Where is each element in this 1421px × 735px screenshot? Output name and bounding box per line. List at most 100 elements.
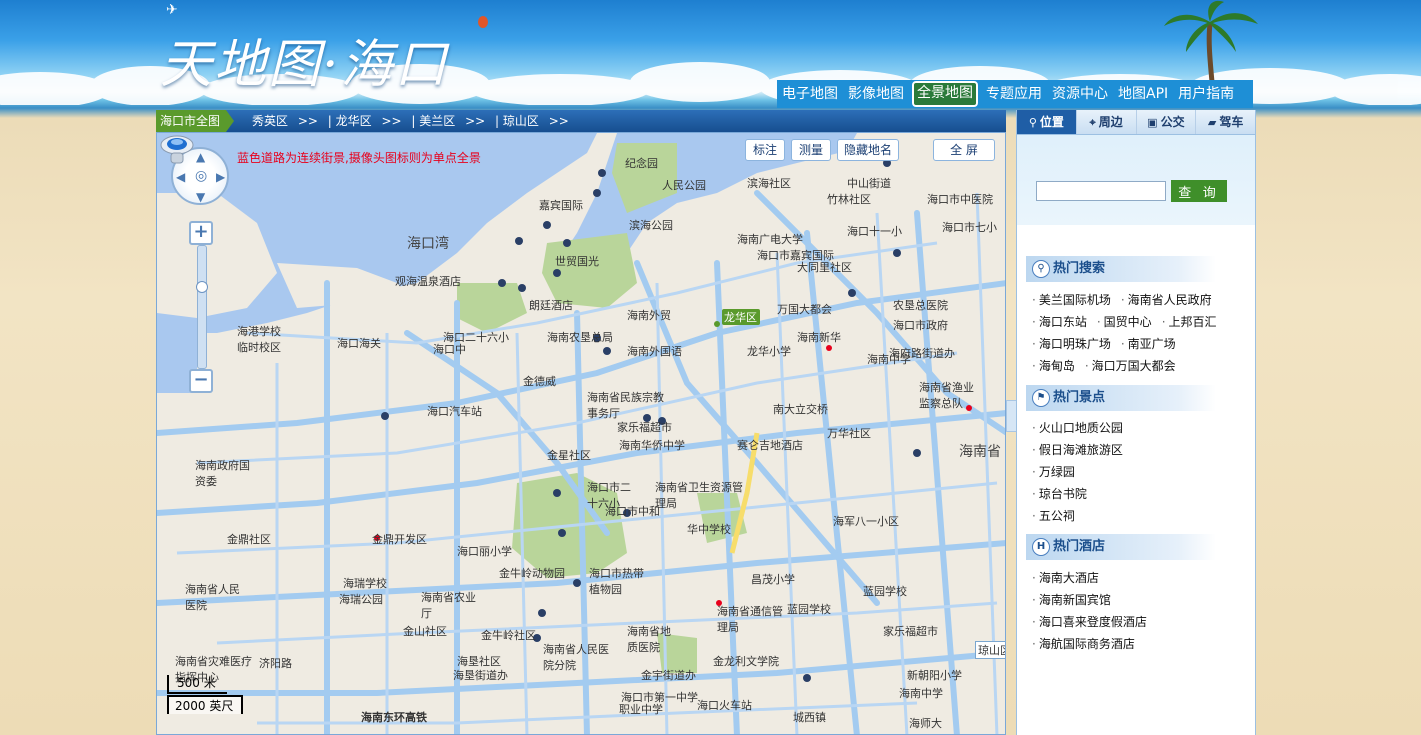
- map-label[interactable]: 蓝园学校: [787, 601, 831, 617]
- map-label[interactable]: 海口海关: [337, 335, 381, 351]
- search-input[interactable]: [1036, 181, 1166, 201]
- tab-drive[interactable]: ▰ 驾车: [1196, 110, 1255, 134]
- tab-bus[interactable]: ▣ 公交: [1137, 110, 1197, 134]
- map-label[interactable]: 海南省通信管理局: [717, 603, 787, 635]
- map-label[interactable]: 海南新华: [797, 329, 841, 345]
- hot-link[interactable]: 上邦百汇: [1162, 315, 1217, 329]
- scenic-link[interactable]: 万绿园: [1032, 465, 1075, 479]
- map-label[interactable]: 家乐福超市: [883, 623, 938, 639]
- nav-image-map[interactable]: 影像地图: [843, 82, 909, 106]
- scenic-link[interactable]: 假日海滩旅游区: [1032, 443, 1123, 457]
- map-label[interactable]: 新朝阳小学: [907, 667, 962, 683]
- map-label[interactable]: 观海温泉酒店: [395, 273, 461, 289]
- map-label[interactable]: 龙华区: [724, 309, 757, 325]
- hot-link[interactable]: 南亚广场: [1121, 337, 1176, 351]
- map-label[interactable]: 金宇街道办: [641, 667, 696, 683]
- map-label[interactable]: 济阳路: [259, 655, 292, 671]
- map-label[interactable]: 海南政府国资委: [195, 457, 255, 489]
- map-label[interactable]: 金山社区: [403, 623, 447, 639]
- map-label[interactable]: 海垦街道办: [453, 667, 508, 683]
- zoom-out-button[interactable]: −: [189, 369, 213, 393]
- site-logo[interactable]: 天地图·海口: [160, 22, 449, 97]
- pan-down-icon[interactable]: ▼: [196, 191, 205, 203]
- map-label[interactable]: 海南广电大学: [737, 231, 803, 247]
- map-label[interactable]: 万国大都会: [777, 301, 832, 317]
- hot-link[interactable]: 海口万国大都会: [1085, 359, 1176, 373]
- map-viewport[interactable]: 纪念园 人民公园 滨海社区 中山街道 竹林社区 海口市中医院 海口市七小 海口十…: [156, 132, 1006, 735]
- map-label[interactable]: 海师大: [909, 715, 942, 731]
- map-label[interactable]: 赛仑吉地酒店: [737, 437, 803, 453]
- map-label[interactable]: 海口火车站: [697, 697, 752, 713]
- map-label[interactable]: 海口市热带植物园: [589, 565, 649, 597]
- map-label[interactable]: 海港学校临时校区: [237, 323, 291, 355]
- map-label[interactable]: 纪念园: [625, 155, 658, 171]
- breadcrumb-meilan[interactable]: | 美兰区: [411, 114, 455, 128]
- nav-electronic-map[interactable]: 电子地图: [777, 82, 843, 106]
- map-label[interactable]: 人民公园: [662, 177, 706, 193]
- map-label[interactable]: 昌茂小学: [751, 571, 795, 587]
- search-button[interactable]: 查 询: [1171, 180, 1227, 202]
- fullscreen-button[interactable]: 全 屏: [933, 139, 995, 161]
- map-label[interactable]: 海口十一小: [847, 223, 902, 239]
- breadcrumb-xiuying[interactable]: 秀英区: [252, 114, 288, 128]
- map-label[interactable]: 大同里社区: [797, 259, 852, 275]
- scenic-link[interactable]: 火山口地质公园: [1032, 421, 1123, 435]
- street-view-pegman-icon[interactable]: [157, 133, 197, 167]
- map-label[interactable]: 家乐福超市: [617, 419, 672, 435]
- hotel-link[interactable]: 海南新国宾馆: [1032, 593, 1111, 607]
- map-label[interactable]: 竹林社区: [827, 191, 871, 207]
- pan-center-icon[interactable]: ◎: [195, 169, 207, 183]
- map-label[interactable]: 海南外贸: [627, 307, 671, 323]
- hotel-link[interactable]: 海南大酒店: [1032, 571, 1099, 585]
- hot-link[interactable]: 国贸中心: [1097, 315, 1152, 329]
- map-label[interactable]: 万华社区: [827, 425, 871, 441]
- map-label[interactable]: 海口中: [433, 341, 466, 357]
- map-label[interactable]: 琼山区: [975, 641, 1005, 659]
- hotel-link[interactable]: 海航国际商务酒店: [1032, 637, 1135, 651]
- map-label[interactable]: 龙华小学: [747, 343, 791, 359]
- nav-user-guide[interactable]: 用户指南: [1173, 82, 1239, 106]
- map-label[interactable]: 海南农垦总局: [547, 329, 613, 345]
- map-label[interactable]: 海南中学: [867, 351, 911, 367]
- map-label[interactable]: 海瑞公园: [339, 591, 383, 607]
- map-label[interactable]: 海南省卫生资源管理局: [655, 479, 745, 511]
- map-label[interactable]: 海南外国语: [627, 343, 682, 359]
- map-label[interactable]: 海口汽车站: [427, 403, 482, 419]
- map-label[interactable]: 滨海社区: [747, 175, 791, 191]
- map-label[interactable]: 南大立交桥: [773, 401, 828, 417]
- map-label[interactable]: 海口市中和: [605, 503, 660, 519]
- zoom-slider-handle[interactable]: [196, 281, 208, 293]
- map-label[interactable]: 海南省农业厅: [421, 589, 481, 621]
- map-label[interactable]: 海口丽小学: [457, 543, 512, 559]
- nav-resource-center[interactable]: 资源中心: [1047, 82, 1113, 106]
- breadcrumb-arrow[interactable]: >>: [298, 114, 318, 128]
- map-label[interactable]: 农垦总医院: [893, 297, 948, 313]
- breadcrumb-qiongshan[interactable]: | 琼山区: [495, 114, 539, 128]
- nav-map-api[interactable]: 地图API: [1113, 82, 1173, 106]
- map-label[interactable]: 金鼎开发区: [372, 531, 427, 547]
- pan-up-icon[interactable]: ▲: [196, 151, 205, 163]
- tab-location[interactable]: ⚲ 位置: [1017, 110, 1077, 134]
- map-label[interactable]: 朗廷酒店: [529, 297, 573, 313]
- map-label[interactable]: 世贸国光: [555, 253, 599, 269]
- map-label[interactable]: 蓝园学校: [863, 583, 907, 599]
- map-label[interactable]: 嘉宾国际: [539, 197, 583, 213]
- map-label[interactable]: 海口湾: [407, 233, 449, 253]
- zoom-slider-track[interactable]: [197, 245, 207, 369]
- map-label[interactable]: 海南中学: [899, 685, 943, 701]
- map-label[interactable]: 海南省人民医院: [185, 581, 245, 613]
- hot-link[interactable]: 海甸岛: [1032, 359, 1075, 373]
- breadcrumb-arrow[interactable]: >>: [549, 114, 569, 128]
- pan-left-icon[interactable]: ◀: [176, 171, 185, 183]
- map-label[interactable]: 海南省渔业监察总队: [919, 379, 977, 411]
- hide-names-button[interactable]: 隐藏地名: [837, 139, 899, 161]
- breadcrumb-longhua[interactable]: | 龙华区: [328, 114, 372, 128]
- breadcrumb-arrow[interactable]: >>: [465, 114, 485, 128]
- map-label[interactable]: 滨海公园: [629, 217, 673, 233]
- hotel-link[interactable]: 海口喜来登度假酒店: [1032, 615, 1147, 629]
- map-label[interactable]: 海南省: [959, 441, 1001, 461]
- map-label[interactable]: 海南东环高铁: [361, 709, 427, 725]
- map-label[interactable]: 职业中学: [619, 701, 663, 717]
- map-label[interactable]: 海口市七小: [942, 219, 997, 235]
- pan-right-icon[interactable]: ▶: [216, 171, 225, 183]
